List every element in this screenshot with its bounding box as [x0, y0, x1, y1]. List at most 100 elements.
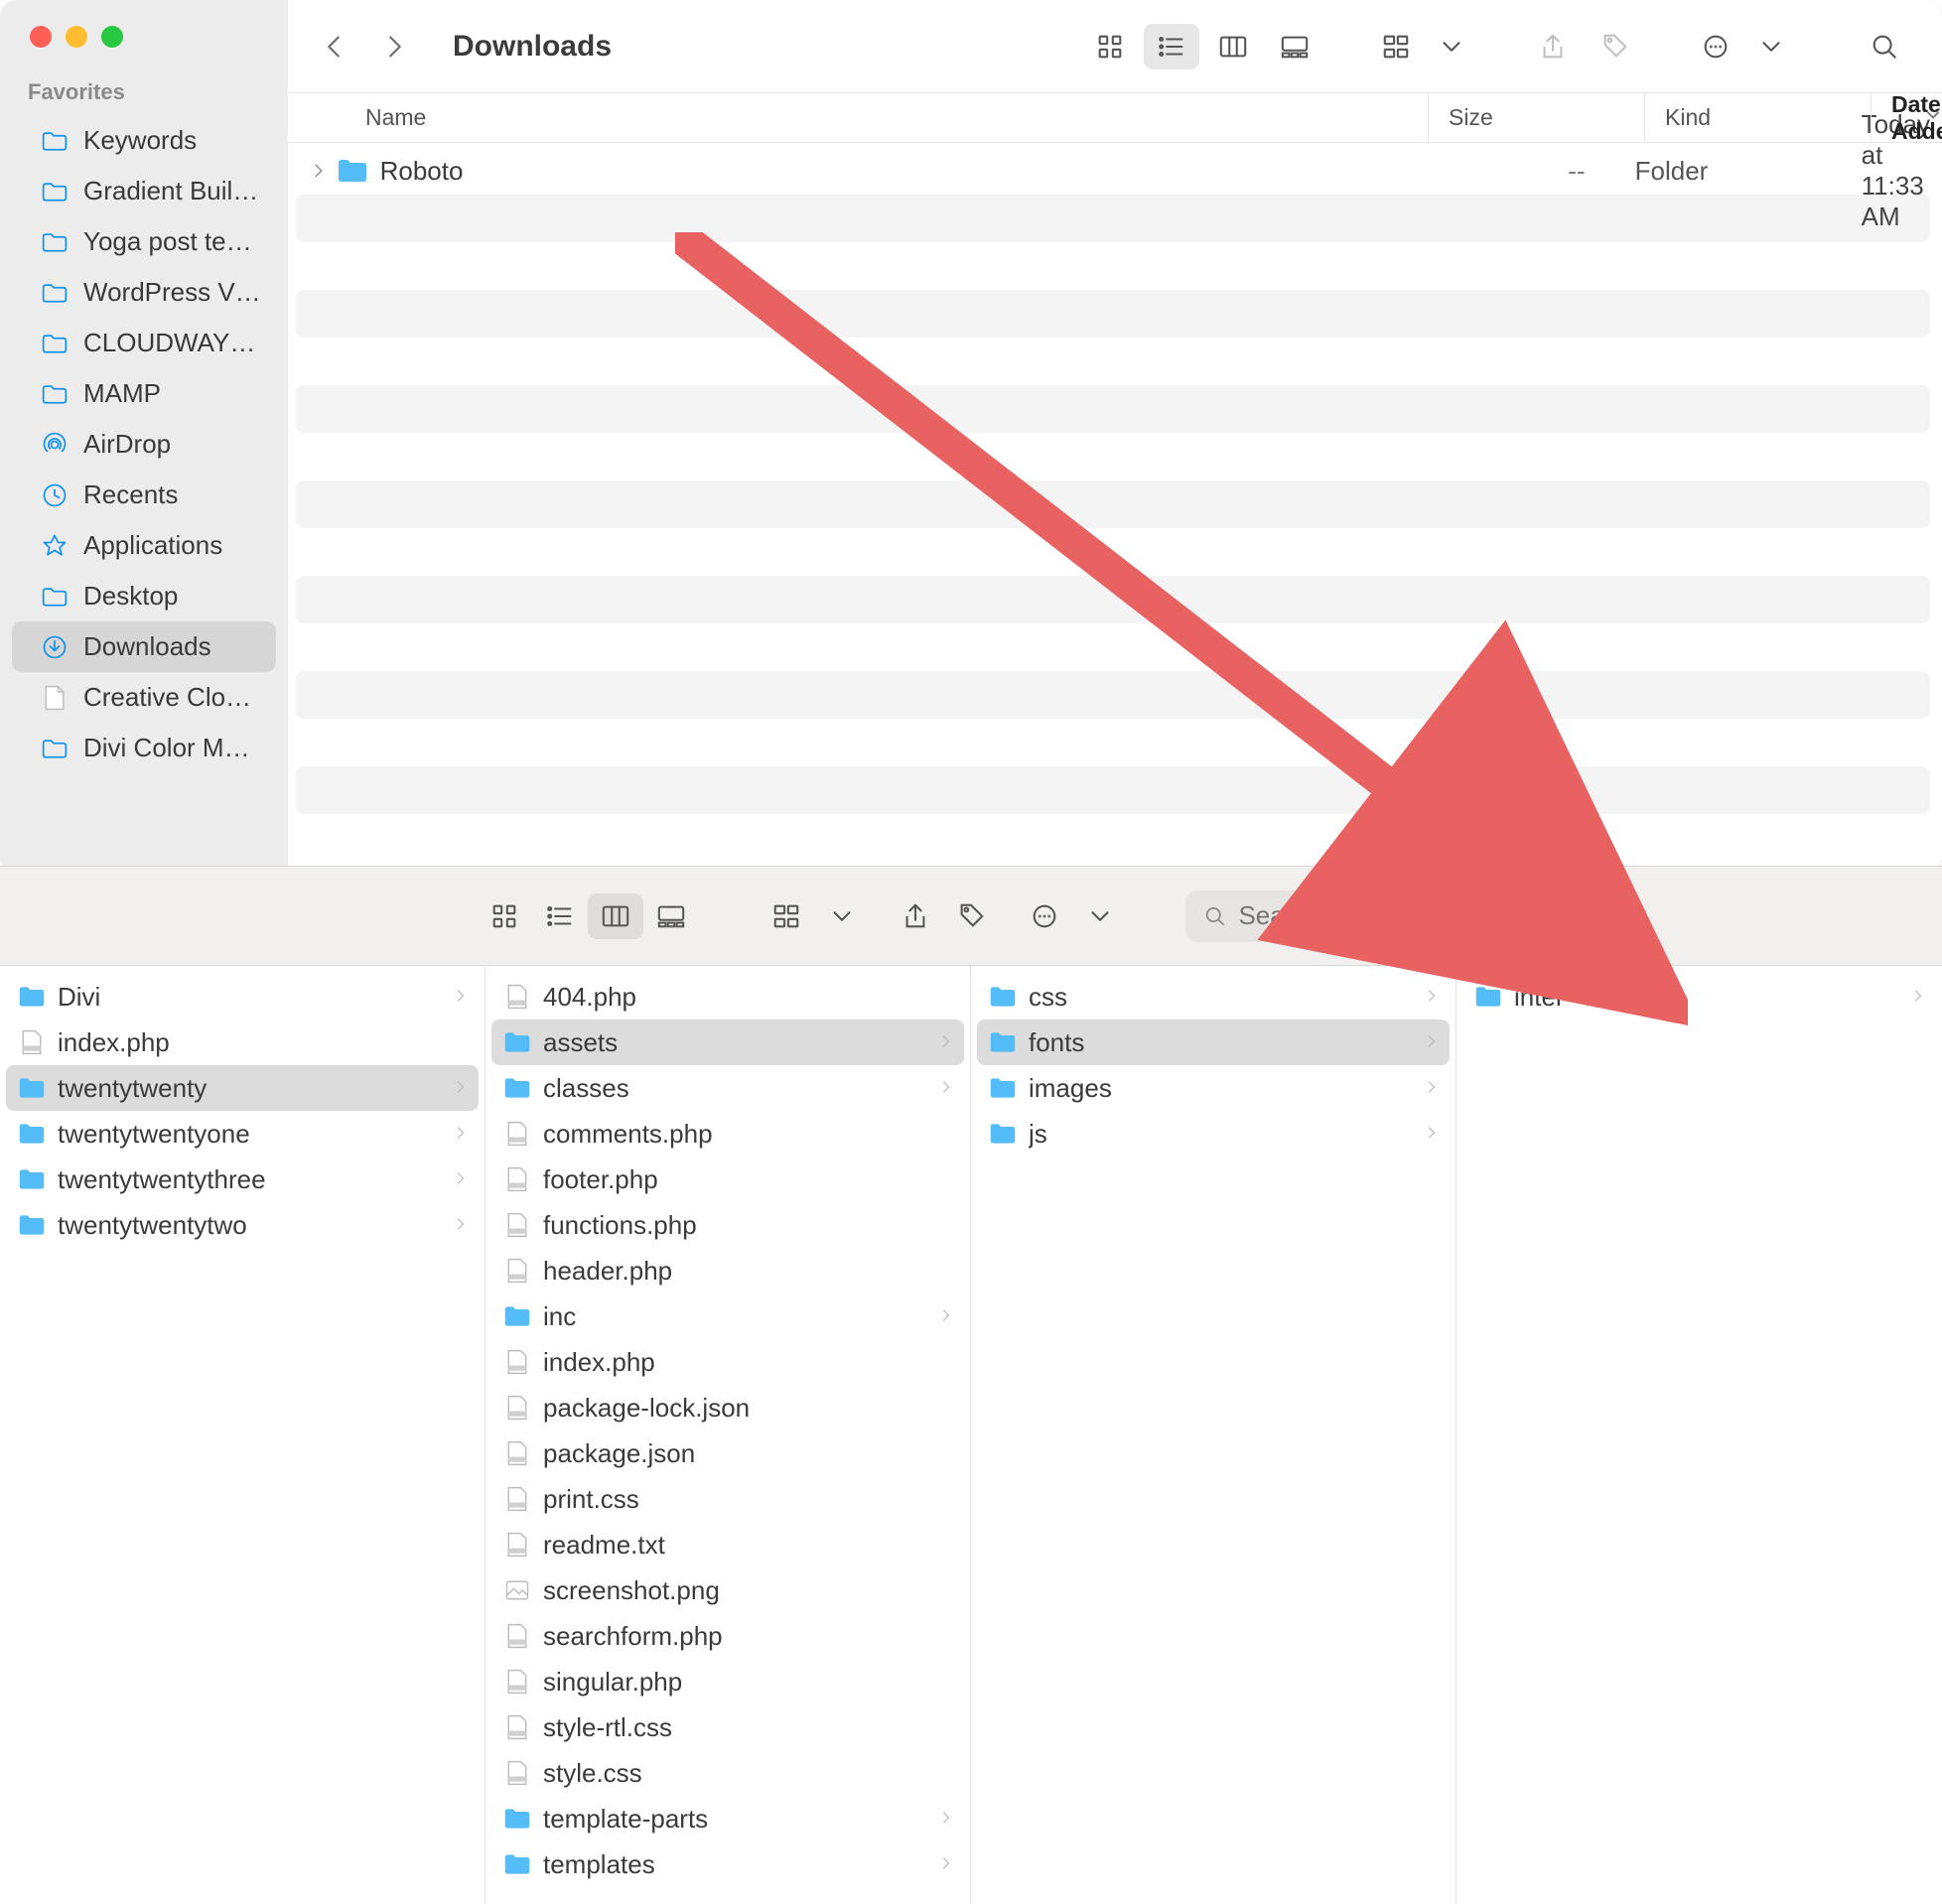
- column-item[interactable]: functions.php: [491, 1202, 964, 1248]
- table-row[interactable]: [296, 385, 1930, 433]
- disclosure-triangle-icon[interactable]: [310, 156, 337, 187]
- column-item[interactable]: screenshot.png: [491, 1567, 964, 1613]
- table-row[interactable]: [296, 719, 1930, 766]
- sidebar-item-label: Creative Clo…: [83, 682, 251, 713]
- column-item[interactable]: twentytwentythree: [6, 1156, 479, 1202]
- table-row[interactable]: Roboto -- Folder Today at 11:33 AM: [296, 147, 1930, 195]
- column-item[interactable]: footer.php: [491, 1156, 964, 1202]
- group-by-button[interactable]: [759, 893, 814, 939]
- column-item[interactable]: js: [977, 1111, 1450, 1156]
- zoom-window-button[interactable]: [101, 26, 123, 48]
- table-row[interactable]: [296, 480, 1930, 528]
- folder-icon: [40, 278, 69, 308]
- column-item[interactable]: header.php: [491, 1248, 964, 1293]
- sidebar-item-keywords[interactable]: Keywords: [12, 115, 276, 166]
- sidebar-item-gradient-buil-[interactable]: Gradient Buil…: [12, 166, 276, 216]
- group-by-button[interactable]: [1368, 24, 1424, 69]
- browser-column: inter: [1456, 966, 1942, 1904]
- column-header-size[interactable]: Size: [1428, 93, 1644, 142]
- table-row[interactable]: [296, 195, 1930, 242]
- column-item[interactable]: inc: [491, 1293, 964, 1339]
- share-button[interactable]: [1525, 24, 1581, 69]
- sidebar-item-label: Divi Color M…: [83, 733, 250, 763]
- column-view-button[interactable]: [1205, 24, 1261, 69]
- sidebar-item-yoga-post-te-[interactable]: Yoga post te…: [12, 216, 276, 267]
- column-item[interactable]: 404.php: [491, 974, 964, 1020]
- actions-button[interactable]: [1688, 24, 1743, 69]
- column-header-name[interactable]: Name: [365, 104, 1428, 131]
- column-item[interactable]: classes: [491, 1065, 964, 1111]
- sidebar-item-desktop[interactable]: Desktop: [12, 571, 276, 621]
- back-button[interactable]: [306, 24, 361, 69]
- column-header-date-added[interactable]: Date Added: [1871, 93, 1942, 142]
- column-item[interactable]: print.css: [491, 1476, 964, 1522]
- sidebar-item-creative-clo-[interactable]: Creative Clo…: [12, 672, 276, 723]
- sidebar-item-divi-color-m-[interactable]: Divi Color M…: [12, 723, 276, 773]
- column-header-kind[interactable]: Kind: [1644, 93, 1871, 142]
- table-row[interactable]: [296, 433, 1930, 480]
- chevron-right-icon: [1910, 984, 1926, 1010]
- column-item[interactable]: twentytwentyone: [6, 1111, 479, 1156]
- gallery-view-button[interactable]: [1267, 24, 1322, 69]
- sidebar-item-wordpress-v-[interactable]: WordPress V…: [12, 267, 276, 318]
- table-row[interactable]: [296, 576, 1930, 623]
- chevron-right-icon: [1424, 984, 1440, 1010]
- group-by-menu[interactable]: [1424, 24, 1479, 69]
- column-item[interactable]: inter: [1462, 974, 1936, 1020]
- forward-button[interactable]: [367, 24, 423, 69]
- column-item[interactable]: css: [977, 974, 1450, 1020]
- column-item[interactable]: images: [977, 1065, 1450, 1111]
- search-button[interactable]: [1857, 24, 1912, 69]
- column-item[interactable]: style.css: [491, 1750, 964, 1796]
- column-item[interactable]: readme.txt: [491, 1522, 964, 1567]
- table-row[interactable]: [296, 671, 1930, 719]
- column-view-button[interactable]: [588, 893, 643, 939]
- sidebar-item-mamp[interactable]: MAMP: [12, 368, 276, 419]
- column-item[interactable]: Divi: [6, 974, 479, 1020]
- list-view-button[interactable]: [532, 893, 588, 939]
- column-item[interactable]: twentytwentytwo: [6, 1202, 479, 1248]
- item-label: templates: [543, 1849, 926, 1880]
- sidebar-item-applications[interactable]: Applications: [12, 520, 276, 571]
- actions-menu[interactable]: [1743, 24, 1799, 69]
- share-button[interactable]: [888, 893, 943, 939]
- sidebar-item-recents[interactable]: Recents: [12, 470, 276, 520]
- table-row[interactable]: [296, 338, 1930, 385]
- table-row[interactable]: [296, 242, 1930, 290]
- column-item[interactable]: searchform.php: [491, 1613, 964, 1659]
- table-row[interactable]: [296, 766, 1930, 814]
- column-item[interactable]: package-lock.json: [491, 1385, 964, 1430]
- tags-button[interactable]: [1587, 24, 1642, 69]
- column-item[interactable]: twentytwenty: [6, 1065, 479, 1111]
- column-item[interactable]: style-rtl.css: [491, 1704, 964, 1750]
- sidebar-item-cloudway-[interactable]: CLOUDWAY…: [12, 318, 276, 368]
- icon-view-button[interactable]: [477, 893, 532, 939]
- sidebar-item-airdrop[interactable]: AirDrop: [12, 419, 276, 470]
- group-by-menu[interactable]: [814, 893, 870, 939]
- list-view-button[interactable]: [1144, 24, 1199, 69]
- column-item[interactable]: singular.php: [491, 1659, 964, 1704]
- actions-menu[interactable]: [1072, 893, 1128, 939]
- search-field[interactable]: [1185, 890, 1583, 942]
- gallery-view-button[interactable]: [643, 893, 699, 939]
- search-input[interactable]: [1238, 900, 1565, 931]
- table-row[interactable]: [296, 290, 1930, 338]
- column-item[interactable]: index.php: [491, 1339, 964, 1385]
- column-item[interactable]: templates: [491, 1841, 964, 1887]
- sidebar-item-downloads[interactable]: Downloads: [12, 621, 276, 672]
- table-row[interactable]: [296, 528, 1930, 576]
- actions-button[interactable]: [1017, 893, 1072, 939]
- column-item[interactable]: template-parts: [491, 1796, 964, 1841]
- file-icon: [503, 1211, 531, 1239]
- column-item[interactable]: fonts: [977, 1020, 1450, 1065]
- folder-icon: [989, 1120, 1017, 1148]
- tags-button[interactable]: [943, 893, 999, 939]
- minimize-window-button[interactable]: [66, 26, 87, 48]
- column-item[interactable]: comments.php: [491, 1111, 964, 1156]
- column-item[interactable]: assets: [491, 1020, 964, 1065]
- column-item[interactable]: index.php: [6, 1020, 479, 1065]
- icon-view-button[interactable]: [1082, 24, 1138, 69]
- close-window-button[interactable]: [30, 26, 52, 48]
- column-item[interactable]: package.json: [491, 1430, 964, 1476]
- table-row[interactable]: [296, 623, 1930, 671]
